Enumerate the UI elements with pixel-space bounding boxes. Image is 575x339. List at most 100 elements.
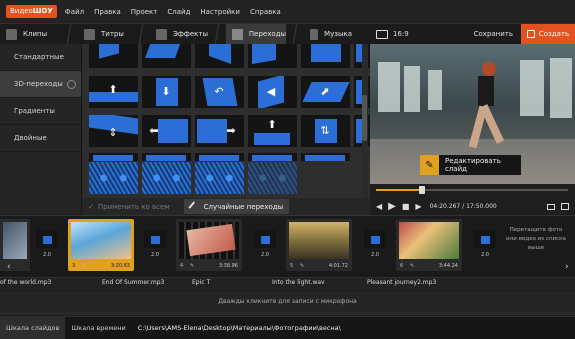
transition-thumb[interactable]: ⇕	[89, 115, 138, 147]
transition-thumb[interactable]: ⬆	[248, 115, 297, 147]
transition-thumb[interactable]: ⬆	[89, 76, 138, 108]
arrow-up-down-icon: ⇕	[108, 126, 118, 139]
transition-thumb[interactable]: ↶	[195, 76, 244, 108]
transition-thumb[interactable]: ◀	[248, 76, 297, 108]
menu-help[interactable]: Справка	[250, 8, 281, 16]
transition-thumb[interactable]	[142, 153, 191, 161]
transition-slot[interactable]: 2.0	[140, 226, 170, 264]
tab-bar: Клипы Титры Эффекты Переходы Музыка	[0, 24, 370, 44]
transition-thumb[interactable]: ➡	[195, 115, 244, 147]
transition-thumb[interactable]	[301, 153, 350, 161]
transition-thumb[interactable]	[248, 153, 297, 161]
transition-thumb[interactable]	[142, 162, 191, 194]
transition-slot[interactable]: 2.0	[470, 226, 500, 264]
arrow-left-icon: ◀	[266, 85, 276, 98]
slide-card-partial[interactable]	[0, 219, 30, 271]
transitions-grid: ⬆ ⬇ ↶ ◀ ⬈ ⇕ ⬅ ➡ ⬆ ⇅	[82, 44, 370, 198]
transition-slot[interactable]: 2.0	[250, 226, 280, 264]
menu-slide[interactable]: Слайд	[167, 8, 190, 16]
audio-clip[interactable]: Into the light.wav	[272, 279, 325, 286]
menu-file[interactable]: Файл	[65, 8, 84, 16]
tab-music[interactable]: Музыка	[304, 24, 352, 44]
playback-progress	[376, 189, 422, 191]
slide-card[interactable]: 3 ✎ 3:20.83	[68, 219, 134, 271]
tab-time-timeline[interactable]: Шкала времени	[65, 317, 131, 339]
create-button[interactable]: Создать	[521, 24, 575, 44]
chevron-right-icon	[67, 80, 76, 89]
status-bar: Шкала слайдов Шкала времени C:\Users\AMS…	[0, 316, 575, 339]
music-icon	[310, 28, 319, 40]
effects-icon	[156, 28, 167, 40]
tab-clips[interactable]: Клипы	[0, 24, 60, 44]
transition-thumb[interactable]: ⬅	[142, 115, 191, 147]
transition-thumb[interactable]	[248, 44, 297, 68]
pencil-icon[interactable]: ✎	[190, 263, 194, 269]
forward-icon[interactable]: ▶	[415, 202, 421, 211]
transition-thumb[interactable]	[89, 44, 138, 68]
transition-thumb[interactable]	[142, 44, 191, 68]
tab-slide-timeline[interactable]: Шкала слайдов	[0, 316, 66, 339]
save-button[interactable]: Сохранить	[474, 30, 513, 38]
menu-project[interactable]: Проект	[131, 8, 158, 16]
transition-slot[interactable]: 2.0	[32, 226, 62, 264]
app-logo: ВидеоШОУ	[6, 5, 57, 18]
tab-transitions[interactable]: Переходы	[226, 24, 286, 44]
category-gradients[interactable]: Градиенты	[0, 98, 81, 125]
menu-settings[interactable]: Настройки	[200, 8, 240, 16]
audio-clip[interactable]: Pleasant journey2.mp3	[367, 279, 436, 286]
transition-thumb[interactable]: ⬈	[301, 76, 350, 108]
audio-clip[interactable]: Epic T	[192, 279, 210, 286]
audio-clip[interactable]: of the world.mp3	[0, 279, 51, 286]
tab-effects[interactable]: Эффекты	[150, 24, 208, 44]
chevron-left-icon[interactable]: ‹	[7, 262, 11, 272]
slide-card[interactable]: 5 ✎ 4:01.72	[286, 219, 352, 271]
tab-titles[interactable]: Титры	[78, 24, 132, 44]
rotate-icon: ↶	[214, 85, 224, 98]
playback-controls: ◀ ▶ ■ ▶ 04:20.267 / 17:50.000	[370, 198, 575, 215]
transitions-icon	[232, 28, 243, 40]
edit-slide-button[interactable]: ✎ Редактировать слайд	[420, 155, 521, 175]
aspect-ratio-button[interactable]: 16:9	[376, 29, 409, 39]
transition-thumb[interactable]: ⇅	[301, 115, 350, 147]
pencil-icon[interactable]: ✎	[410, 263, 414, 269]
audio-clip[interactable]: End Of Summer.mp3	[102, 279, 164, 286]
pencil-icon[interactable]: ✎	[82, 263, 86, 269]
stop-icon[interactable]: ■	[402, 202, 410, 211]
rewind-icon[interactable]: ◀	[376, 202, 382, 211]
menu-bar: ВидеоШОУ Файл Правка Проект Слайд Настро…	[0, 0, 575, 24]
pencil-icon[interactable]: ✎	[300, 263, 304, 269]
preview-toolbar: 16:9 Сохранить Создать	[370, 24, 575, 44]
menu-edit[interactable]: Правка	[94, 8, 121, 16]
snapshot-icon[interactable]	[547, 203, 555, 210]
transition-actions: ✓ Применить ко всем Случайные переходы	[82, 198, 370, 215]
category-standard[interactable]: Стандартные	[0, 44, 81, 71]
apply-to-all-button[interactable]: ✓ Применить ко всем	[88, 203, 170, 211]
random-transitions-button[interactable]: Случайные переходы	[183, 199, 290, 214]
microphone-track[interactable]: Дважды кликните для записи с микрофона	[0, 292, 575, 312]
transition-thumb[interactable]	[195, 44, 244, 68]
arrow-right-icon: ➡	[226, 124, 236, 137]
chevron-right-icon[interactable]: ›	[565, 262, 569, 272]
monitor-icon	[376, 29, 388, 39]
transition-thumb[interactable]	[248, 162, 297, 194]
arrow-down-icon: ⬇	[161, 85, 171, 98]
transition-thumb[interactable]	[195, 153, 244, 161]
drop-hint: Перетащите фото или видео из списка выше	[506, 227, 566, 251]
timeline-scrollbar[interactable]	[0, 312, 575, 315]
category-double[interactable]: Двойные	[0, 125, 81, 152]
transition-thumb[interactable]	[301, 44, 350, 68]
clips-icon	[6, 28, 17, 40]
fullscreen-icon[interactable]	[561, 203, 569, 210]
transition-slot[interactable]: 2.0	[360, 226, 390, 264]
slide-card[interactable]: 4 ✎ 3:38.96	[176, 219, 242, 271]
grid-scroll-thumb[interactable]	[362, 95, 367, 141]
transition-thumb[interactable]	[195, 162, 244, 194]
transition-thumb[interactable]	[89, 162, 138, 194]
play-icon[interactable]: ▶	[388, 201, 396, 212]
transition-thumb[interactable]	[89, 153, 138, 161]
category-3d[interactable]: 3D-переходы	[0, 71, 81, 98]
pencil-icon: ✎	[420, 155, 439, 175]
transition-thumb[interactable]: ⬇	[142, 76, 191, 108]
scrubber-handle[interactable]	[419, 186, 425, 194]
slide-card[interactable]: 6 ✎ 3:44.24	[396, 219, 462, 271]
